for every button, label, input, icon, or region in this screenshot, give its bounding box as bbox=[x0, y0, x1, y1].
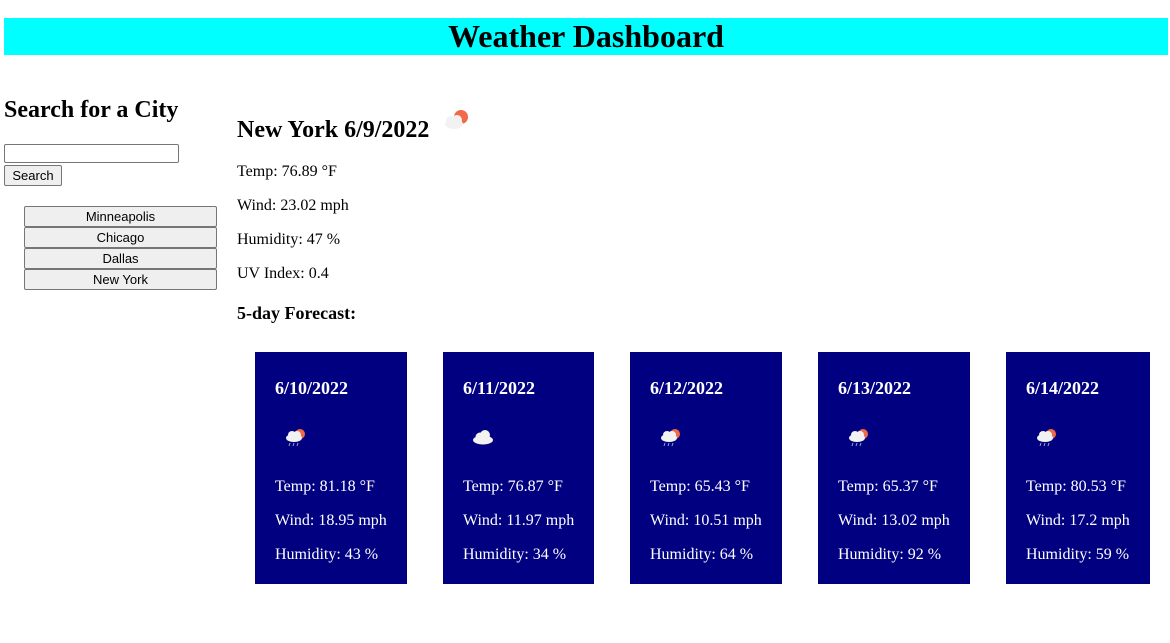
forecast-temp: Temp: 81.18 °F bbox=[275, 478, 375, 495]
current-wind: Wind: 23.02 mph bbox=[237, 197, 349, 214]
forecast-temp: Temp: 65.43 °F bbox=[650, 478, 750, 495]
history-button-chicago[interactable]: Chicago bbox=[24, 227, 217, 248]
forecast-temp: Temp: 80.53 °F bbox=[1026, 478, 1126, 495]
forecast-date: 6/14/2022 bbox=[1026, 378, 1100, 398]
forecast-temp: Temp: 65.37 °F bbox=[838, 478, 938, 495]
rain-sun-icon bbox=[849, 429, 868, 447]
forecast-date: 6/11/2022 bbox=[463, 378, 536, 398]
forecast-temp: Temp: 76.87 °F bbox=[463, 478, 563, 495]
forecast-wind: Wind: 17.2 mph bbox=[1026, 512, 1130, 529]
current-uv-index: UV Index: 0.4 bbox=[237, 265, 329, 282]
city-search-input[interactable] bbox=[4, 144, 179, 163]
search-sidebar: Search for a City Search Minneapolis Chi… bbox=[4, 96, 219, 290]
forecast-card: 6/12/2022 Temp: 65.43 °F Wind: 10.51 mph… bbox=[630, 352, 782, 584]
page-header: Weather Dashboard bbox=[4, 18, 1168, 55]
rain-sun-icon bbox=[1037, 429, 1056, 447]
forecast-humidity: Humidity: 34 % bbox=[463, 546, 567, 563]
forecast-humidity: Humidity: 92 % bbox=[838, 546, 942, 563]
search-button[interactable]: Search bbox=[4, 165, 62, 186]
search-history: Minneapolis Chicago Dallas New York bbox=[24, 206, 217, 290]
cloud-icon bbox=[473, 430, 493, 445]
forecast-wind: Wind: 13.02 mph bbox=[838, 512, 950, 529]
history-button-new-york[interactable]: New York bbox=[24, 269, 217, 290]
forecast-wind: Wind: 11.97 mph bbox=[463, 512, 575, 529]
current-temp: Temp: 76.89 °F bbox=[237, 163, 337, 180]
forecast-date: 6/10/2022 bbox=[275, 378, 349, 398]
history-button-minneapolis[interactable]: Minneapolis bbox=[24, 206, 217, 227]
forecast-heading: 5-day Forecast: bbox=[237, 303, 357, 323]
forecast-humidity: Humidity: 64 % bbox=[650, 546, 754, 563]
forecast-wind: Wind: 18.95 mph bbox=[275, 512, 387, 529]
forecast-humidity: Humidity: 43 % bbox=[275, 546, 379, 563]
forecast-card: 6/14/2022 Temp: 80.53 °F Wind: 17.2 mph … bbox=[1006, 352, 1150, 584]
forecast-date: 6/12/2022 bbox=[650, 378, 724, 398]
forecast-date: 6/13/2022 bbox=[838, 378, 912, 398]
partly-cloudy-day-icon bbox=[445, 110, 468, 129]
current-humidity: Humidity: 47 % bbox=[237, 231, 341, 248]
city-title: New York 6/9/2022 bbox=[237, 117, 430, 143]
rain-sun-icon bbox=[286, 429, 305, 447]
forecast-wind: Wind: 10.51 mph bbox=[650, 512, 762, 529]
history-button-dallas[interactable]: Dallas bbox=[24, 248, 217, 269]
forecast-card: 6/11/2022 Temp: 76.87 °F Wind: 11.97 mph… bbox=[443, 352, 594, 584]
rain-sun-icon bbox=[661, 429, 680, 447]
search-title: Search for a City bbox=[4, 97, 179, 123]
forecast-humidity: Humidity: 59 % bbox=[1026, 546, 1130, 563]
forecast-card: 6/10/2022 Temp: 81.18 °F Wind: 18.95 mph… bbox=[255, 352, 407, 584]
page-title: Weather Dashboard bbox=[448, 18, 724, 54]
forecast-card: 6/13/2022 Temp: 65.37 °F Wind: 13.02 mph… bbox=[818, 352, 970, 584]
